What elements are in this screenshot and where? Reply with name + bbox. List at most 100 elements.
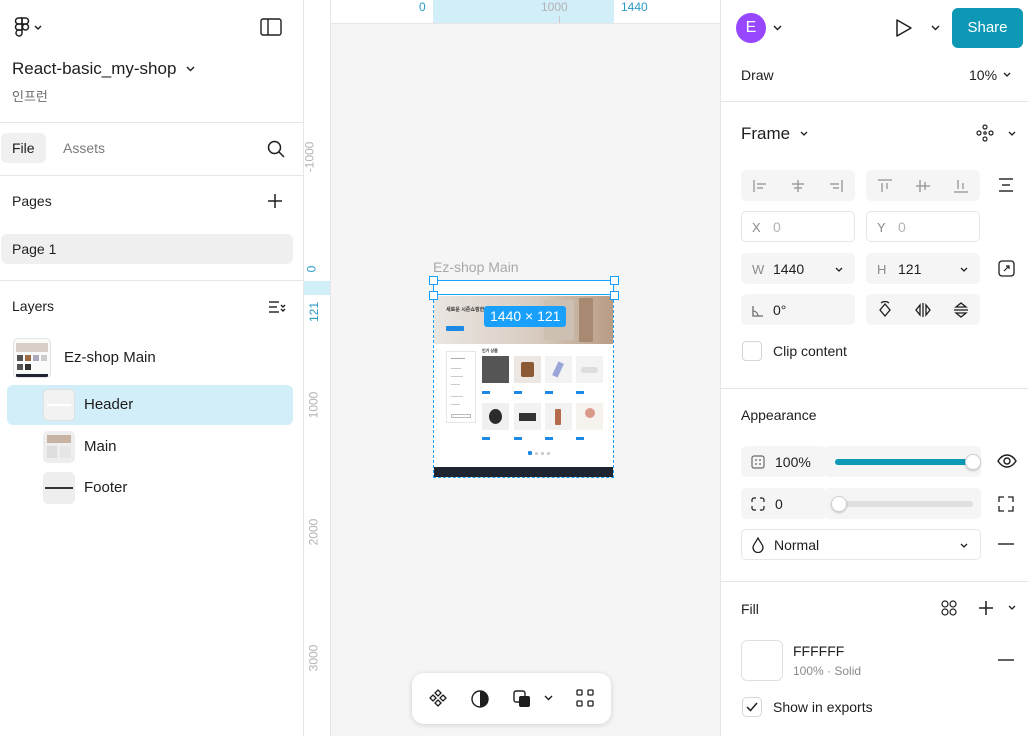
shapes-icon[interactable]	[512, 689, 532, 709]
eye-icon[interactable]	[997, 453, 1017, 469]
distribute-icon[interactable]	[998, 177, 1014, 193]
horizontal-align-group	[741, 170, 855, 201]
independent-corners-icon[interactable]	[998, 496, 1014, 512]
resize-handle[interactable]	[429, 276, 438, 285]
layer-item-header[interactable]: Header	[7, 385, 293, 425]
layer-thumbnail	[13, 338, 51, 378]
layer-item-main[interactable]: Main	[7, 427, 293, 467]
x-field[interactable]: X 0	[741, 211, 855, 242]
resize-handle[interactable]	[610, 291, 619, 300]
left-tabs: File Assets	[0, 133, 303, 163]
fill-hex[interactable]: FFFFFF	[793, 643, 844, 659]
align-middle-v-icon[interactable]	[904, 170, 942, 201]
chevron-down-icon[interactable]	[931, 25, 940, 31]
clip-content-checkbox[interactable]	[742, 341, 762, 361]
zoom-dropdown[interactable]: 10%	[969, 67, 1011, 83]
minus-icon[interactable]	[998, 659, 1014, 661]
frame-product-thumb	[576, 356, 603, 383]
ruler-tick-label: 0	[419, 0, 426, 14]
divider	[0, 122, 303, 123]
rotate-icon[interactable]	[866, 294, 904, 325]
layer-item-ez-shop-main[interactable]: Ez-shop Main	[7, 338, 293, 378]
page-item-page-1[interactable]: Page 1	[1, 234, 293, 264]
width-field[interactable]: W 1440	[741, 253, 855, 284]
contrast-icon[interactable]	[470, 689, 490, 709]
sidebar-toggle-icon[interactable]	[260, 18, 282, 36]
radius-slider[interactable]	[827, 488, 981, 519]
height-field[interactable]: H 121	[866, 253, 980, 284]
divider	[0, 280, 303, 281]
frame-product-thumb	[482, 403, 509, 430]
play-icon[interactable]	[895, 18, 913, 38]
align-right-icon[interactable]	[817, 170, 855, 201]
search-icon[interactable]	[266, 139, 286, 159]
size-badge: 1440 × 121	[484, 306, 567, 327]
align-bottom-icon[interactable]	[942, 170, 980, 201]
rotation-field[interactable]: 0°	[741, 294, 855, 325]
rotation-value: 0°	[773, 302, 787, 318]
styles-icon[interactable]	[941, 600, 957, 616]
ruler-tick-label: 1000	[541, 0, 568, 14]
chevron-down-icon[interactable]	[773, 25, 782, 31]
layers-title: Layers	[12, 298, 55, 314]
layer-options-icon[interactable]	[268, 299, 286, 315]
tab-file[interactable]: File	[1, 133, 46, 163]
project-name-label: React-basic_my-shop	[12, 59, 177, 78]
minus-icon[interactable]	[998, 543, 1014, 545]
draw-label: Draw	[741, 67, 774, 83]
resize-to-fit-icon[interactable]	[998, 260, 1015, 277]
blend-mode-dropdown[interactable]: Normal	[741, 529, 981, 560]
tab-assets[interactable]: Assets	[52, 133, 116, 163]
w-label: W	[752, 262, 765, 277]
fill-opacity-type: 100% · Solid	[793, 664, 862, 678]
chevron-down-icon	[800, 131, 808, 136]
check-icon	[742, 697, 762, 717]
opacity-icon	[751, 455, 765, 469]
opacity-slider-knob[interactable]	[965, 454, 981, 470]
chevron-down-icon	[835, 267, 843, 272]
fill-color-swatch[interactable]	[741, 640, 783, 681]
h-label: H	[877, 262, 887, 277]
align-center-h-icon[interactable]	[779, 170, 817, 201]
opacity-slider-fill	[835, 459, 973, 465]
project-name[interactable]: React-basic_my-shop	[12, 59, 195, 79]
share-button[interactable]: Share	[952, 8, 1023, 48]
flip-horizontal-icon[interactable]	[904, 294, 942, 325]
opacity-value: 100%	[775, 454, 811, 470]
y-field[interactable]: Y 0	[866, 211, 980, 242]
frame-type-dropdown[interactable]: Frame	[741, 124, 808, 144]
divider	[721, 581, 1028, 582]
layer-label: Footer	[84, 479, 128, 496]
divider	[721, 388, 1028, 389]
frame-label[interactable]: Ez-shop Main	[433, 259, 519, 275]
chevron-down-icon[interactable]	[544, 695, 553, 701]
add-page-icon[interactable]	[267, 193, 283, 209]
component-instance-icon[interactable]	[976, 124, 994, 142]
chevron-down-icon[interactable]	[1008, 605, 1016, 611]
selection-box	[433, 280, 614, 295]
align-top-icon[interactable]	[866, 170, 904, 201]
components-icon[interactable]	[429, 689, 447, 707]
page-item-label: Page 1	[12, 241, 57, 257]
resize-handle[interactable]	[429, 291, 438, 300]
opacity-slider[interactable]	[827, 446, 981, 477]
main-menu-button[interactable]	[14, 17, 42, 39]
chevron-down-icon[interactable]	[1008, 131, 1016, 137]
opacity-field[interactable]: 100%	[741, 446, 827, 477]
layer-label: Header	[84, 396, 134, 413]
layer-item-footer[interactable]: Footer	[7, 468, 293, 508]
radius-slider-knob[interactable]	[831, 496, 847, 512]
frame-footer	[434, 467, 613, 477]
canvas[interactable]: 0 1000 1440 -1000 0 121 1000 2000 3000 E…	[302, 0, 720, 736]
add-fill-icon[interactable]	[978, 600, 994, 616]
grid-icon[interactable]	[576, 689, 594, 707]
resize-handle[interactable]	[610, 276, 619, 285]
divider	[0, 175, 303, 176]
show-in-exports-checkbox[interactable]	[742, 697, 762, 717]
chevron-down-icon	[186, 66, 195, 72]
avatar[interactable]: E	[736, 13, 766, 43]
radius-value: 0	[775, 496, 783, 512]
flip-vertical-icon[interactable]	[942, 294, 980, 325]
align-left-icon[interactable]	[741, 170, 779, 201]
corner-radius-field[interactable]: 0	[741, 488, 827, 519]
